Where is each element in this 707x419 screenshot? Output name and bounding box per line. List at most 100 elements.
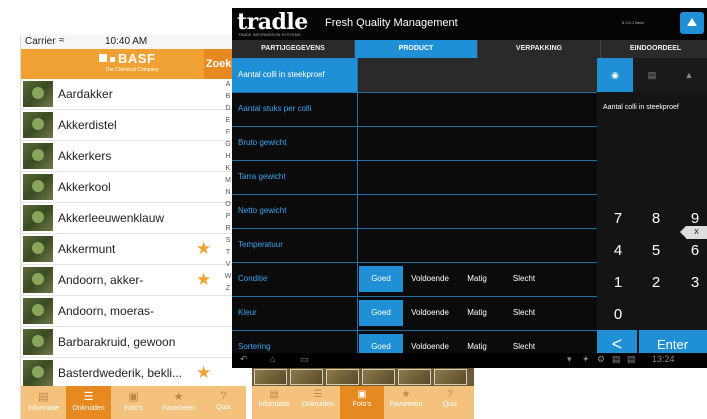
form-row[interactable]: Netto gewicht: [232, 194, 597, 229]
option-goed[interactable]: Goed: [359, 300, 403, 326]
option-matig[interactable]: Matig: [457, 300, 497, 326]
tab-eindoordeel[interactable]: EINDOORDEEL: [601, 40, 707, 58]
row-value-field[interactable]: [359, 194, 597, 228]
option-goed[interactable]: Goed: [359, 266, 403, 292]
tab-favorieten[interactable]: ★ Favorieten: [156, 386, 201, 419]
key-3[interactable]: 3: [680, 268, 707, 298]
row-value-field[interactable]: [359, 160, 597, 194]
key-0[interactable]: 0: [603, 300, 633, 330]
key-9[interactable]: 9: [680, 204, 707, 234]
key-8[interactable]: 8: [641, 204, 671, 234]
status-bar: Carrier ≈ 10:40 AM: [21, 35, 246, 49]
form-row[interactable]: Bruto gewicht: [232, 126, 597, 161]
form-row[interactable]: Kleur Goed Voldoende Matig Slecht: [232, 296, 597, 331]
list-item[interactable]: Barbarakruid, gewoon: [21, 327, 246, 358]
tab-fotos[interactable]: ▣ Foto's: [340, 386, 384, 419]
key-4[interactable]: 4: [603, 236, 633, 266]
key-1[interactable]: 1: [603, 268, 633, 298]
note-icon[interactable]: ▤: [634, 58, 670, 92]
second-phone-bottom: ▤ Informatie ☰ Onkruiden ▣ Foto's ★ Favorieten?…: [252, 368, 474, 419]
photo-thumbnail[interactable]: [290, 369, 323, 385]
form-row[interactable]: Tarra gewicht: [232, 160, 597, 195]
list-item[interactable]: Andoorn, akker- ★: [21, 265, 246, 296]
photo-icon: ▣: [128, 391, 139, 403]
list-item[interactable]: Akkermunt ★: [21, 234, 246, 265]
eject-icon[interactable]: [680, 12, 704, 34]
tablet-header: tradle TRADE INFORMATION SYSTEMS Fresh Q…: [232, 8, 707, 40]
list-item[interactable]: Akkerleeuwenklauw: [21, 203, 246, 234]
list-item[interactable]: Akkerkool: [21, 172, 246, 203]
tab-quiz[interactable]: ? Quiz: [201, 386, 246, 419]
tab-product[interactable]: PRODUCT: [355, 40, 478, 58]
form-row[interactable]: Aantal colli in steekproef: [232, 58, 597, 93]
tab-onkruiden[interactable]: ☰ Onkruiden: [296, 386, 340, 419]
back-nav-icon[interactable]: ↶: [240, 354, 248, 365]
tab-verpakking[interactable]: VERPAKKING: [478, 40, 601, 58]
list-item[interactable]: Akkerdistel: [21, 110, 246, 141]
weed-name: Akkerleeuwenklauw: [58, 211, 165, 225]
row-label: Netto gewicht: [232, 194, 358, 228]
tab-informatie[interactable]: ▤ Informatie: [252, 386, 296, 419]
home-nav-icon[interactable]: ⌂: [270, 354, 275, 364]
tab-informatie[interactable]: ▤ Informatie: [21, 386, 66, 419]
weed-thumbnail: [23, 174, 53, 200]
star-icon: ★: [401, 389, 411, 400]
form-row[interactable]: Temperatuur: [232, 228, 597, 263]
warning-icon[interactable]: ▲: [671, 58, 707, 92]
star-icon[interactable]: ★: [196, 239, 211, 259]
weed-name: Akkerdistel: [58, 118, 117, 132]
row-value-field[interactable]: [359, 228, 597, 262]
status-time: 10:40 AM: [105, 36, 148, 47]
photo-thumbnail[interactable]: [254, 369, 287, 385]
photo-thumbnail[interactable]: [398, 369, 431, 385]
tab-favorieten[interactable]: ★ Favorieten: [384, 386, 428, 419]
weed-thumbnail: [23, 205, 53, 231]
key-6[interactable]: 6: [680, 236, 707, 266]
photo-thumbnail[interactable]: [326, 369, 359, 385]
form-row[interactable]: Conditie Goed Voldoende Matig Slecht: [232, 262, 597, 297]
recent-apps-icon[interactable]: ▭: [300, 354, 309, 365]
weed-name: Aardakker: [58, 87, 113, 101]
app-title: Fresh Quality Management: [325, 17, 458, 29]
row-value-field[interactable]: Goed Voldoende Matig Slecht: [359, 262, 597, 296]
option-matig[interactable]: Matig: [457, 266, 497, 292]
row-value-field[interactable]: [359, 92, 597, 126]
list-item[interactable]: Aardakker: [21, 79, 246, 110]
weed-name: Andoorn, moeras-: [58, 304, 155, 318]
tab-label: Favorieten: [389, 401, 423, 408]
star-icon[interactable]: ★: [196, 270, 211, 290]
row-value-field[interactable]: [359, 58, 597, 92]
tab-label: Quiz: [216, 404, 231, 411]
row-label: Temperatuur: [232, 228, 358, 262]
list-item[interactable]: Akkerkers: [21, 141, 246, 172]
row-value-field[interactable]: Goed Voldoende Matig Slecht: [359, 296, 597, 330]
book-icon: ▤: [38, 391, 49, 403]
photo-thumbnail[interactable]: [434, 369, 467, 385]
question-icon: ?: [447, 389, 453, 400]
option-slecht[interactable]: Slecht: [499, 266, 549, 292]
star-icon[interactable]: ★: [196, 363, 211, 383]
form-row[interactable]: Aantal stuks per colli: [232, 92, 597, 127]
row-value-field[interactable]: [359, 126, 597, 160]
row-label: Aantal stuks per colli: [232, 92, 358, 126]
option-voldoende[interactable]: Voldoende: [405, 300, 455, 326]
tab-fotos[interactable]: ▣ Foto's: [111, 386, 156, 419]
tab-onkruiden[interactable]: ☰ Onkruiden: [66, 386, 111, 419]
camera-icon[interactable]: ◉: [597, 58, 633, 92]
key-5[interactable]: 5: [641, 236, 671, 266]
key-7[interactable]: 7: [603, 204, 633, 234]
list-icon: ☰: [313, 389, 323, 400]
tab-partijgegevens[interactable]: PARTIJGEGEVENS: [232, 40, 355, 58]
tab-label: Informatie: [258, 401, 290, 408]
option-slecht[interactable]: Slecht: [499, 300, 549, 326]
photo-icon: ▣: [357, 389, 367, 400]
logo-subtitle: The Chemical Company: [105, 67, 159, 73]
weed-thumbnail: [23, 298, 53, 324]
list-item[interactable]: Basterdwederik, bekli... ★: [21, 358, 246, 389]
weed-thumbnail: [23, 143, 53, 169]
tab-quiz[interactable]: ? Quiz: [428, 386, 472, 419]
key-2[interactable]: 2: [641, 268, 671, 298]
photo-thumbnail[interactable]: [362, 369, 395, 385]
list-item[interactable]: Andoorn, moeras-: [21, 296, 246, 327]
option-voldoende[interactable]: Voldoende: [405, 266, 455, 292]
